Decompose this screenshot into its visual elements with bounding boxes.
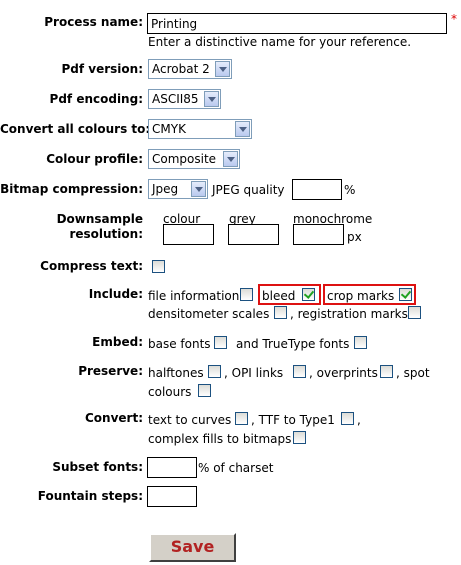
- preserve-opi-checkbox[interactable]: [293, 365, 306, 378]
- subset-fonts-input[interactable]: [147, 457, 197, 478]
- convert-label: Convert:: [84, 411, 143, 425]
- compress-text-label: Compress text:: [40, 259, 143, 273]
- preserve-spot-label: , spot: [396, 366, 430, 380]
- convert-ttf-checkbox[interactable]: [341, 412, 354, 425]
- chevron-down-icon[interactable]: [235, 121, 250, 137]
- include-registration-checkbox[interactable]: [408, 306, 421, 319]
- embed-truetype-label: and TrueType fonts: [236, 337, 350, 351]
- include-densitometer-label: densitometer scales: [148, 307, 270, 321]
- convert-complex-checkbox[interactable]: [293, 431, 306, 444]
- chevron-down-icon[interactable]: [191, 181, 206, 197]
- pdf-version-value: Acrobat 2: [152, 62, 210, 76]
- bitmap-compression-select[interactable]: Jpeg: [148, 179, 208, 199]
- convert-text-to-curves-label: text to curves: [148, 413, 232, 427]
- jpeg-quality-unit: %: [344, 183, 356, 197]
- fountain-steps-label: Fountain steps:: [37, 489, 143, 503]
- chevron-down-icon[interactable]: [215, 61, 230, 77]
- chevron-down-icon[interactable]: [204, 91, 219, 107]
- subset-fonts-label: Subset fonts:: [52, 460, 143, 474]
- subset-fonts-suffix: % of charset: [198, 461, 274, 475]
- embed-label: Embed:: [92, 335, 143, 349]
- jpeg-quality-label: JPEG quality: [212, 183, 285, 197]
- colour-profile-label: Colour profile:: [46, 152, 143, 166]
- jpeg-quality-input[interactable]: [292, 179, 342, 200]
- preserve-overprints-label: , overprints: [309, 366, 378, 380]
- include-registration-label: , registration marks: [290, 307, 408, 321]
- include-label: Include:: [88, 287, 143, 301]
- process-name-hint: Enter a distinctive name for your refere…: [148, 35, 412, 49]
- convert-text-to-curves-checkbox[interactable]: [235, 412, 248, 425]
- bitmap-compression-label: Bitmap compression:: [0, 182, 143, 196]
- include-file-information-label: file information: [148, 289, 240, 303]
- process-name-label: Process name:: [44, 15, 143, 29]
- preserve-spot-colours-checkbox[interactable]: [198, 384, 211, 397]
- include-file-information-checkbox[interactable]: [240, 288, 253, 301]
- pdf-encoding-select[interactable]: ASCII85: [148, 89, 221, 109]
- colour-profile-value: Composite: [152, 152, 217, 166]
- include-bleed-label: bleed: [262, 289, 296, 303]
- preserve-opi-label: , OPI links: [224, 366, 284, 380]
- embed-base-fonts-checkbox[interactable]: [214, 336, 227, 349]
- preserve-halftones-label: halftones: [148, 366, 204, 380]
- preserve-halftones-checkbox[interactable]: [208, 365, 221, 378]
- downsample-grey-input[interactable]: [228, 224, 279, 245]
- embed-truetype-checkbox[interactable]: [354, 336, 367, 349]
- downsample-label-line2: resolution:: [69, 227, 143, 241]
- required-mark: *: [451, 12, 457, 26]
- include-crop-marks-checkbox[interactable]: [399, 288, 412, 301]
- preserve-overprints-checkbox[interactable]: [380, 365, 393, 378]
- include-densitometer-checkbox[interactable]: [274, 306, 287, 319]
- embed-base-fonts-label: base fonts: [148, 337, 211, 351]
- preserve-colours-label: colours: [148, 385, 192, 399]
- include-bleed-checkbox[interactable]: [302, 288, 315, 301]
- process-name-input[interactable]: [147, 13, 447, 34]
- pdf-encoding-label: Pdf encoding:: [49, 92, 143, 106]
- bitmap-compression-value: Jpeg: [152, 182, 179, 196]
- convert-colours-value: CMYK: [152, 122, 186, 136]
- include-crop-marks-label: crop marks: [327, 289, 395, 303]
- preserve-label: Preserve:: [78, 364, 143, 378]
- fountain-steps-input[interactable]: [147, 486, 197, 507]
- convert-comma: ,: [357, 413, 361, 427]
- convert-complex-label: complex fills to bitmaps: [148, 432, 292, 446]
- downsample-unit: px: [347, 230, 362, 244]
- pdf-version-select[interactable]: Acrobat 2: [148, 59, 232, 79]
- compress-text-checkbox[interactable]: [152, 260, 165, 273]
- downsample-colour-input[interactable]: [163, 224, 214, 245]
- downsample-label-line1: Downsample: [56, 212, 143, 226]
- convert-ttf-label: , TTF to Type1: [251, 413, 335, 427]
- pdf-encoding-value: ASCII85: [152, 92, 199, 106]
- convert-colours-label: Convert all colours to:: [0, 122, 151, 136]
- downsample-monochrome-input[interactable]: [293, 224, 344, 245]
- convert-colours-select[interactable]: CMYK: [148, 119, 252, 139]
- chevron-down-icon[interactable]: [223, 151, 238, 167]
- pdf-version-label: Pdf version:: [61, 62, 143, 76]
- colour-profile-select[interactable]: Composite: [148, 149, 240, 169]
- save-button[interactable]: Save: [149, 533, 236, 562]
